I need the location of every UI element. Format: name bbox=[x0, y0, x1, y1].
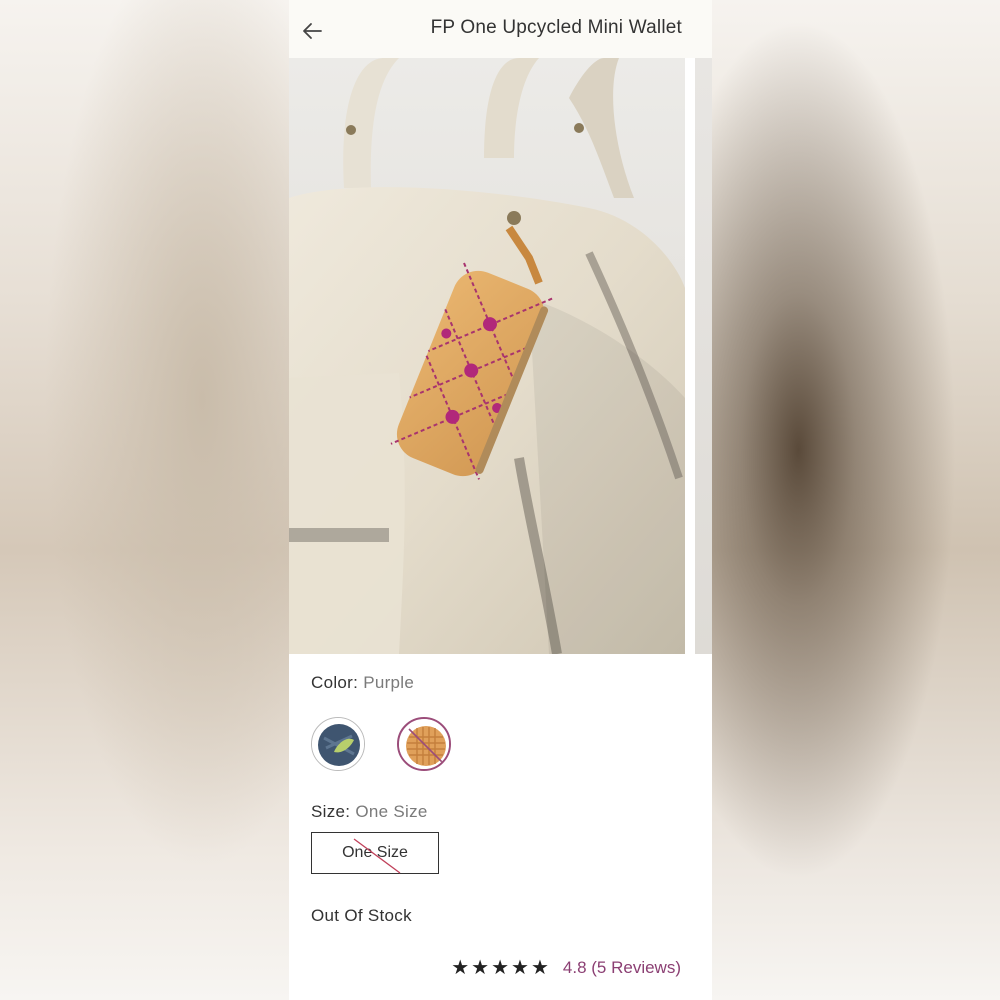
color-label-text: Color: bbox=[311, 673, 359, 692]
purple-swatch-icon bbox=[399, 719, 449, 769]
carousel-gap bbox=[685, 58, 695, 654]
product-image[interactable] bbox=[289, 58, 685, 654]
star-rating-icon: ★★★★★ bbox=[451, 957, 551, 979]
next-image-peek[interactable] bbox=[695, 58, 712, 654]
background-blur-right bbox=[712, 0, 1000, 1000]
rating-link[interactable]: ★★★★★ 4.8 (5 Reviews) bbox=[451, 955, 681, 980]
product-photo bbox=[289, 58, 685, 654]
page-title: FP One Upcycled Mini Wallet bbox=[430, 17, 682, 38]
unavailable-strike-icon bbox=[353, 838, 401, 874]
top-bar: FP One Upcycled Mini Wallet bbox=[289, 0, 712, 59]
back-button[interactable] bbox=[301, 19, 325, 43]
denim-swatch-icon bbox=[312, 718, 364, 770]
color-value: Purple bbox=[363, 673, 415, 692]
color-label: Color: Purple bbox=[311, 673, 414, 693]
color-swatch-denim[interactable] bbox=[311, 717, 365, 771]
size-value: One Size bbox=[355, 802, 428, 821]
rating-text: 4.8 (5 Reviews) bbox=[562, 957, 681, 977]
color-swatch-purple[interactable] bbox=[397, 717, 451, 771]
stock-status: Out Of Stock bbox=[311, 906, 412, 925]
size-option-button[interactable]: One Size bbox=[311, 832, 439, 874]
app-screen: FP One Upcycled Mini Wallet Color: Purpl… bbox=[289, 0, 712, 1000]
size-label: Size: One Size bbox=[311, 802, 428, 822]
size-label-text: Size: bbox=[311, 802, 351, 821]
arrow-left-icon bbox=[303, 23, 322, 39]
background-blur-left bbox=[0, 0, 289, 1000]
